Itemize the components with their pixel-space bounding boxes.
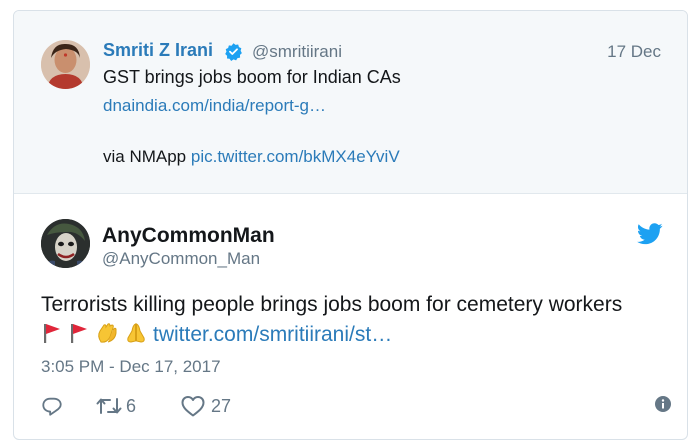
embedded-tweet-card: Smriti Z Irani @smritiirani 17 Dec GST b… <box>13 10 688 440</box>
tweet-actions: 6 27 <box>41 393 671 419</box>
quoted-tweet[interactable]: Smriti Z Irani @smritiirani 17 Dec GST b… <box>14 11 687 194</box>
retweet-icon <box>96 398 122 414</box>
reply-icon <box>42 397 62 416</box>
folded-hands-icon <box>127 323 145 343</box>
quoted-pic-link[interactable]: pic.twitter.com/bkMX4eYviV <box>191 147 400 166</box>
clapping-hands-icon <box>98 323 117 343</box>
twitter-bird-icon[interactable] <box>637 223 663 245</box>
red-flag-icon <box>71 324 87 343</box>
reply-button[interactable] <box>41 393 63 419</box>
red-flag-icon <box>44 324 60 343</box>
info-icon[interactable] <box>655 396 671 412</box>
quoted-date[interactable]: 17 Dec <box>607 42 661 62</box>
author-name[interactable]: AnyCommonMan <box>102 224 275 248</box>
tweet-body: Terrorists killing people brings jobs bo… <box>41 290 681 350</box>
retweet-button[interactable]: 6 <box>96 393 136 419</box>
quoted-author-handle[interactable]: @smritiirani <box>252 42 342 62</box>
smriti-avatar[interactable] <box>41 40 90 89</box>
quoted-tweet-text: GST brings jobs boom for Indian CAs <box>103 67 401 87</box>
like-count: 27 <box>211 395 232 416</box>
like-button[interactable]: 27 <box>181 393 231 419</box>
verified-badge-icon <box>225 43 242 61</box>
anycommonman-avatar[interactable] <box>41 219 90 268</box>
author-handle[interactable]: @AnyCommon_Man <box>102 249 260 269</box>
via-label: via NMApp <box>103 147 187 166</box>
heart-icon <box>181 396 205 417</box>
quoted-article-link[interactable]: dnaindia.com/india/report-g… <box>103 96 326 116</box>
quoted-author-name[interactable]: Smriti Z Irani <box>103 40 213 61</box>
tweet-text: Terrorists killing people brings jobs bo… <box>41 293 623 316</box>
tweet-emoji-line: twitter.com/smritiirani/st… <box>41 320 681 350</box>
quoted-via-line: via NMApp pic.twitter.com/bkMX4eYviV <box>103 147 400 167</box>
tweet-timestamp[interactable]: 3:05 PM - Dec 17, 2017 <box>41 357 221 377</box>
retweet-count: 6 <box>126 395 137 416</box>
tweet-link[interactable]: twitter.com/smritiirani/st… <box>153 323 392 346</box>
